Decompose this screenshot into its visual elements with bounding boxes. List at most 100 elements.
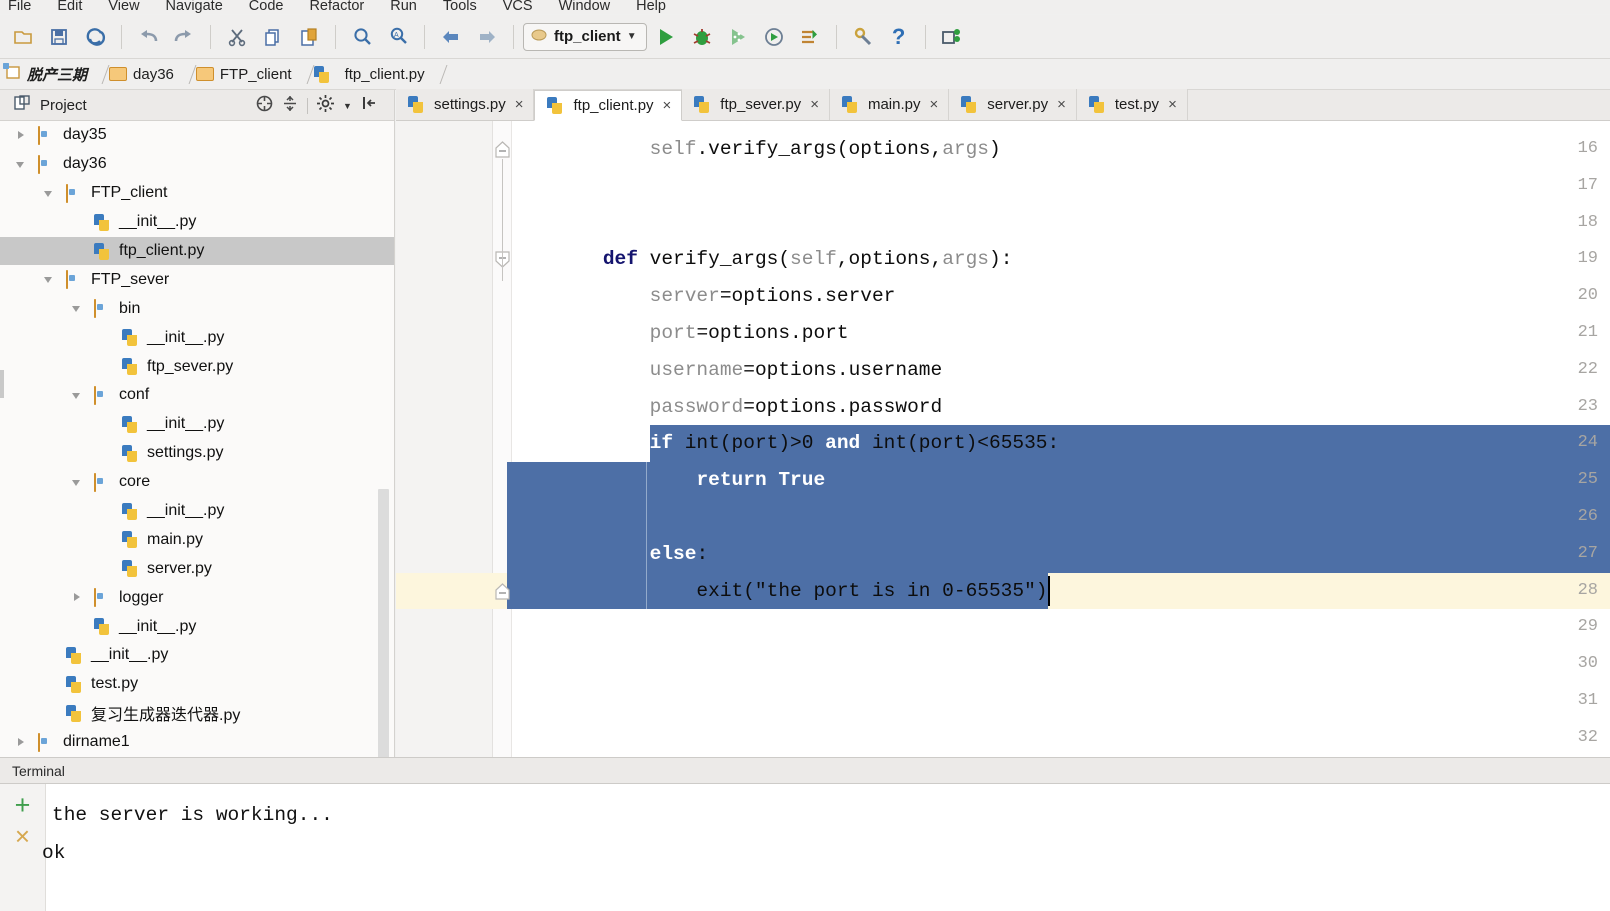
close-icon[interactable]: × xyxy=(808,97,819,112)
coverage-icon[interactable] xyxy=(721,21,755,53)
line-number: 18 xyxy=(1577,212,1598,232)
fold-marker[interactable] xyxy=(494,582,515,600)
chevron-down-icon[interactable]: ▼ xyxy=(343,101,352,111)
tree-node[interactable]: FTP_sever xyxy=(0,265,394,294)
tree-node[interactable]: bin xyxy=(0,294,394,323)
paste-icon[interactable] xyxy=(292,21,326,53)
menu-item-file[interactable]: File xyxy=(8,0,31,14)
breadcrumb-item-file[interactable]: ftp_client.py xyxy=(310,59,434,90)
project-tree[interactable]: day35 day36 FTP_client __init__.py ftp_clien… xyxy=(0,121,395,757)
tree-node[interactable]: day36 xyxy=(0,150,394,179)
tree-node[interactable]: __init__.py xyxy=(0,323,394,352)
tree-node[interactable]: main.py xyxy=(0,525,394,554)
breadcrumb-label: ftp_client.py xyxy=(344,65,425,83)
scroll-from-source-icon[interactable] xyxy=(282,95,298,117)
chevron-right-icon[interactable] xyxy=(70,590,85,605)
menu-item-help[interactable]: Help xyxy=(636,0,666,14)
profile-icon[interactable] xyxy=(757,21,791,53)
hide-icon[interactable] xyxy=(361,95,377,116)
editor-tab-test-py[interactable]: test.py × xyxy=(1076,89,1188,120)
tree-node[interactable]: conf xyxy=(0,381,394,410)
chevron-down-icon[interactable]: ▼ xyxy=(627,31,637,42)
help-icon[interactable]: ? xyxy=(882,21,916,53)
run-icon[interactable] xyxy=(649,21,683,53)
find-in-path-icon[interactable]: A xyxy=(381,21,415,53)
breadcrumb-item-project[interactable]: 脱产三期 xyxy=(2,59,96,90)
save-icon[interactable] xyxy=(42,21,76,53)
forward-icon[interactable] xyxy=(470,21,504,53)
fold-marker[interactable] xyxy=(494,141,515,158)
add-terminal-icon[interactable]: + xyxy=(15,792,31,819)
menu-item-vcs[interactable]: VCS xyxy=(503,0,533,14)
copy-icon[interactable] xyxy=(256,21,290,53)
menu-item-run[interactable]: Run xyxy=(390,0,417,14)
chevron-down-icon[interactable] xyxy=(70,388,85,403)
cut-icon[interactable] xyxy=(220,21,254,53)
vcs-update-icon[interactable] xyxy=(935,21,969,53)
tree-node[interactable]: __init__.py xyxy=(0,641,394,670)
debug-icon[interactable] xyxy=(685,21,719,53)
tree-node[interactable]: settings.py xyxy=(0,439,394,468)
redo-icon[interactable] xyxy=(167,21,201,53)
back-icon[interactable] xyxy=(434,21,468,53)
console-icon[interactable] xyxy=(793,21,827,53)
menu-item-edit[interactable]: Edit xyxy=(57,0,82,14)
code-editor[interactable]: 16 self.verify_args(options,args) 17 18 19 … xyxy=(396,121,1610,757)
tree-node[interactable]: __init__.py xyxy=(0,208,394,237)
terminal-panel[interactable]: + × the server is working... ok xyxy=(0,784,1610,911)
sync-icon[interactable] xyxy=(78,21,112,53)
tree-node[interactable]: test.py xyxy=(0,670,394,699)
gear-icon[interactable] xyxy=(317,94,334,117)
breadcrumb-separator xyxy=(96,59,105,90)
editor-gutter[interactable] xyxy=(396,121,493,757)
breadcrumb-item-day36[interactable]: day36 xyxy=(105,59,183,90)
open-icon[interactable] xyxy=(6,21,40,53)
undo-icon[interactable] xyxy=(131,21,165,53)
chevron-down-icon[interactable] xyxy=(70,301,85,316)
close-icon[interactable]: × xyxy=(1166,97,1177,112)
menu-item-view[interactable]: View xyxy=(108,0,139,14)
chevron-down-icon[interactable] xyxy=(14,157,29,172)
tree-node[interactable]: __init__.py xyxy=(0,497,394,526)
settings-icon[interactable] xyxy=(846,21,880,53)
menu-item-navigate[interactable]: Navigate xyxy=(166,0,223,14)
close-icon[interactable]: × xyxy=(927,97,938,112)
tree-node[interactable]: core xyxy=(0,468,394,497)
find-icon[interactable] xyxy=(345,21,379,53)
collapse-all-icon[interactable] xyxy=(256,95,273,117)
editor-tab-main-py[interactable]: main.py × xyxy=(829,89,950,120)
editor-tab-ftp_client-py[interactable]: ftp_client.py × xyxy=(534,90,683,121)
editor-tab-server-py[interactable]: server.py × xyxy=(949,89,1077,120)
menu-item-tools[interactable]: Tools xyxy=(443,0,477,14)
fold-marker[interactable] xyxy=(494,251,515,269)
tree-node[interactable]: ftp_client.py xyxy=(0,236,394,266)
close-terminal-icon[interactable]: × xyxy=(15,823,30,849)
tree-node[interactable]: server.py xyxy=(0,554,394,583)
menu-item-code[interactable]: Code xyxy=(249,0,284,14)
tree-node[interactable]: __init__.py xyxy=(0,612,394,641)
fold-connector xyxy=(502,159,503,282)
tree-node[interactable]: dirname1 xyxy=(0,728,394,757)
close-icon[interactable]: × xyxy=(513,97,524,112)
tree-node[interactable]: day35 xyxy=(0,121,394,150)
chevron-down-icon[interactable] xyxy=(42,272,57,287)
tree-node[interactable]: logger xyxy=(0,583,394,612)
chevron-right-icon[interactable] xyxy=(14,128,29,143)
editor-tab-ftp_sever-py[interactable]: ftp_sever.py × xyxy=(682,89,830,120)
project-scrollbar[interactable] xyxy=(378,489,389,757)
tab-terminal[interactable]: Terminal xyxy=(10,763,77,779)
tree-node[interactable]: 复习生成器迭代器.py xyxy=(0,699,394,728)
tree-node[interactable]: ftp_sever.py xyxy=(0,352,394,381)
tree-node[interactable]: FTP_client xyxy=(0,179,394,208)
tree-node[interactable]: __init__.py xyxy=(0,410,394,439)
chevron-right-icon[interactable] xyxy=(14,735,29,750)
run-configuration-selector[interactable]: ftp_client ▼ xyxy=(523,22,647,51)
editor-tab-settings-py[interactable]: settings.py × xyxy=(396,89,535,120)
menu-item-window[interactable]: Window xyxy=(559,0,611,14)
close-icon[interactable]: × xyxy=(661,98,672,113)
close-icon[interactable]: × xyxy=(1055,97,1066,112)
breadcrumb-item-ftp-client[interactable]: FTP_client xyxy=(192,59,301,90)
chevron-down-icon[interactable] xyxy=(42,186,57,201)
menu-item-refactor[interactable]: Refactor xyxy=(309,0,364,14)
chevron-down-icon[interactable] xyxy=(70,475,85,490)
